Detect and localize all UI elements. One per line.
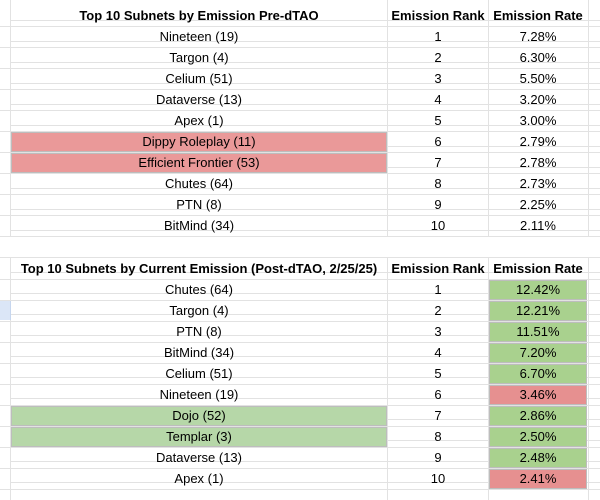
table1-row: Targon (4) 2 6.30% bbox=[0, 48, 600, 69]
subnet-name-cell[interactable]: Targon (4) bbox=[11, 301, 387, 321]
emission-rank-cell[interactable]: 1 bbox=[388, 27, 488, 47]
emission-rank-cell[interactable]: 7 bbox=[388, 153, 488, 173]
table2-row: Targon (4) 2 12.21% bbox=[0, 301, 600, 322]
subnet-name-cell[interactable]: Targon (4) bbox=[11, 48, 387, 68]
blank-row[interactable] bbox=[0, 237, 600, 258]
table1-row: Dataverse (13) 4 3.20% bbox=[0, 90, 600, 111]
table1-row: Nineteen (19) 1 7.28% bbox=[0, 27, 600, 48]
emission-rank-cell[interactable]: 2 bbox=[388, 48, 488, 68]
emission-rate-cell[interactable]: 2.41% bbox=[489, 469, 587, 489]
emission-rate-cell[interactable]: 2.73% bbox=[489, 174, 587, 194]
emission-rate-cell[interactable]: 11.51% bbox=[489, 322, 587, 342]
table1-row: Apex (1) 5 3.00% bbox=[0, 111, 600, 132]
spreadsheet-grid: Top 10 Subnets by Emission Pre-dTAO Emis… bbox=[0, 0, 600, 500]
table1-header-subnet[interactable]: Top 10 Subnets by Emission Pre-dTAO bbox=[11, 6, 387, 26]
subnet-name-cell[interactable]: Chutes (64) bbox=[11, 280, 387, 300]
emission-rate-cell[interactable]: 2.78% bbox=[489, 153, 587, 173]
emission-rank-cell[interactable]: 10 bbox=[388, 216, 488, 236]
emission-rate-cell[interactable]: 2.11% bbox=[489, 216, 587, 236]
emission-rank-cell[interactable]: 4 bbox=[388, 90, 488, 110]
subnet-name-cell[interactable]: Templar (3) bbox=[11, 427, 387, 447]
emission-rank-cell[interactable]: 9 bbox=[388, 195, 488, 215]
table2-row: PTN (8) 3 11.51% bbox=[0, 322, 600, 343]
emission-rate-cell[interactable]: 2.48% bbox=[489, 448, 587, 468]
emission-rank-cell[interactable]: 2 bbox=[388, 301, 488, 321]
emission-rate-cell[interactable]: 7.20% bbox=[489, 343, 587, 363]
table1-row: Dippy Roleplay (11) 6 2.79% bbox=[0, 132, 600, 153]
emission-rank-cell[interactable]: 7 bbox=[388, 406, 488, 426]
emission-rate-cell[interactable]: 5.50% bbox=[489, 69, 587, 89]
table2-header-row: Top 10 Subnets by Current Emission (Post… bbox=[0, 259, 600, 280]
emission-rank-cell[interactable]: 4 bbox=[388, 343, 488, 363]
emission-rank-cell[interactable]: 6 bbox=[388, 132, 488, 152]
subnet-name-cell[interactable]: Dataverse (13) bbox=[11, 90, 387, 110]
subnet-name-cell[interactable]: PTN (8) bbox=[11, 195, 387, 215]
table2-header-subnet[interactable]: Top 10 Subnets by Current Emission (Post… bbox=[11, 259, 387, 279]
table1-row: Efficient Frontier (53) 7 2.78% bbox=[0, 153, 600, 174]
table1-row: PTN (8) 9 2.25% bbox=[0, 195, 600, 216]
emission-rank-cell[interactable]: 10 bbox=[388, 469, 488, 489]
emission-rate-cell[interactable]: 2.50% bbox=[489, 427, 587, 447]
table1-header-rate[interactable]: Emission Rate bbox=[489, 6, 587, 26]
emission-rank-cell[interactable]: 5 bbox=[388, 111, 488, 131]
table1-header-rank[interactable]: Emission Rank bbox=[388, 6, 488, 26]
subnet-name-cell[interactable]: Celium (51) bbox=[11, 69, 387, 89]
emission-rate-cell[interactable]: 12.21% bbox=[489, 301, 587, 321]
table2-row: Apex (1) 10 2.41% bbox=[0, 469, 600, 490]
table1-row: Chutes (64) 8 2.73% bbox=[0, 174, 600, 195]
emission-rank-cell[interactable]: 5 bbox=[388, 364, 488, 384]
table1-header-row: Top 10 Subnets by Emission Pre-dTAO Emis… bbox=[0, 6, 600, 27]
subnet-name-cell[interactable]: Nineteen (19) bbox=[11, 385, 387, 405]
subnet-name-cell[interactable]: Dippy Roleplay (11) bbox=[11, 132, 387, 152]
subnet-name-cell[interactable]: Apex (1) bbox=[11, 111, 387, 131]
emission-rate-cell[interactable]: 2.86% bbox=[489, 406, 587, 426]
table2-header-rank[interactable]: Emission Rank bbox=[388, 259, 488, 279]
table2-row: Templar (3) 8 2.50% bbox=[0, 427, 600, 448]
subnet-name-cell[interactable]: BitMind (34) bbox=[11, 343, 387, 363]
emission-rank-cell[interactable]: 8 bbox=[388, 427, 488, 447]
table2-row: Nineteen (19) 6 3.46% bbox=[0, 385, 600, 406]
emission-rate-cell[interactable]: 7.28% bbox=[489, 27, 587, 47]
table2-row: Chutes (64) 1 12.42% bbox=[0, 280, 600, 301]
table2-row: Celium (51) 5 6.70% bbox=[0, 364, 600, 385]
table2-header-rate[interactable]: Emission Rate bbox=[489, 259, 587, 279]
table2-row: BitMind (34) 4 7.20% bbox=[0, 343, 600, 364]
emission-rate-cell[interactable]: 3.20% bbox=[489, 90, 587, 110]
emission-rate-cell[interactable]: 2.25% bbox=[489, 195, 587, 215]
subnet-name-cell[interactable]: Dataverse (13) bbox=[11, 448, 387, 468]
table2-row: Dataverse (13) 9 2.48% bbox=[0, 448, 600, 469]
emission-rate-cell[interactable]: 3.00% bbox=[489, 111, 587, 131]
subnet-name-cell[interactable]: Nineteen (19) bbox=[11, 27, 387, 47]
emission-rank-cell[interactable]: 6 bbox=[388, 385, 488, 405]
emission-rank-cell[interactable]: 3 bbox=[388, 69, 488, 89]
emission-rank-cell[interactable]: 1 bbox=[388, 280, 488, 300]
subnet-name-cell[interactable]: BitMind (34) bbox=[11, 216, 387, 236]
subnet-name-cell[interactable]: Apex (1) bbox=[11, 469, 387, 489]
emission-rate-cell[interactable]: 12.42% bbox=[489, 280, 587, 300]
emission-rank-cell[interactable]: 9 bbox=[388, 448, 488, 468]
subnet-name-cell[interactable]: Dojo (52) bbox=[11, 406, 387, 426]
emission-rate-cell[interactable]: 3.46% bbox=[489, 385, 587, 405]
emission-rate-cell[interactable]: 6.70% bbox=[489, 364, 587, 384]
table1-row: Celium (51) 3 5.50% bbox=[0, 69, 600, 90]
emission-rank-cell[interactable]: 3 bbox=[388, 322, 488, 342]
subnet-name-cell[interactable]: Efficient Frontier (53) bbox=[11, 153, 387, 173]
emission-rate-cell[interactable]: 2.79% bbox=[489, 132, 587, 152]
subnet-name-cell[interactable]: Celium (51) bbox=[11, 364, 387, 384]
subnet-name-cell[interactable]: Chutes (64) bbox=[11, 174, 387, 194]
emission-rank-cell[interactable]: 8 bbox=[388, 174, 488, 194]
table1-row: BitMind (34) 10 2.11% bbox=[0, 216, 600, 237]
emission-rate-cell[interactable]: 6.30% bbox=[489, 48, 587, 68]
table2-row: Dojo (52) 7 2.86% bbox=[0, 406, 600, 427]
subnet-name-cell[interactable]: PTN (8) bbox=[11, 322, 387, 342]
